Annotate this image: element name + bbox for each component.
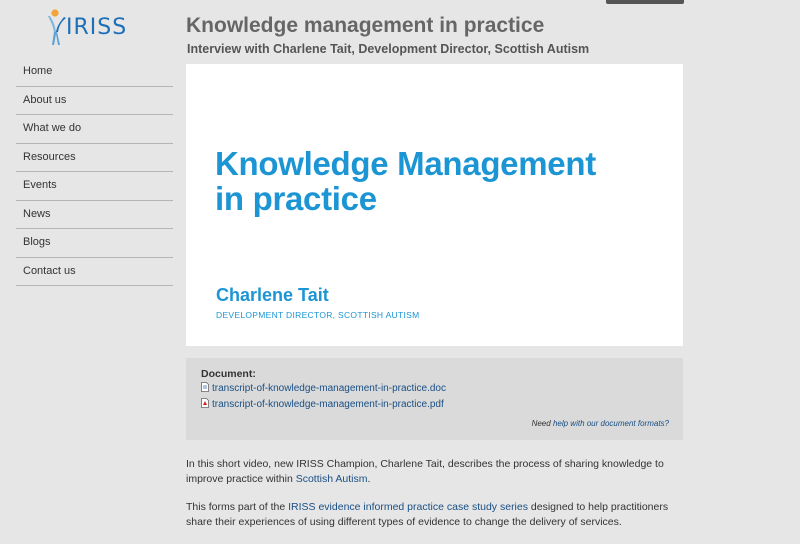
document-help: Need help with our document formats? <box>531 419 669 428</box>
top-bar-button[interactable] <box>606 0 684 4</box>
page-subtitle: Interview with Charlene Tait, Developmen… <box>187 42 590 56</box>
document-box: Document: transcript-of-knowledge-manage… <box>186 358 683 440</box>
nav-item-contact-us[interactable]: Contact us <box>16 258 173 286</box>
nav-item-what-we-do[interactable]: What we do <box>16 115 173 144</box>
nav-item-home[interactable]: Home <box>16 58 173 87</box>
document-label: Document: <box>201 368 256 380</box>
video-title: Knowledge Management in practice <box>215 145 596 217</box>
video-speaker-role: DEVELOPMENT DIRECTOR, SCOTTISH AUTISM <box>216 310 420 320</box>
video-speaker-name: Charlene Tait <box>216 285 329 305</box>
intro-paragraph: In this short video, new IRISS Champion,… <box>186 458 664 485</box>
nav-item-about-us[interactable]: About us <box>16 87 173 115</box>
nav-item-resources[interactable]: Resources <box>16 144 173 172</box>
logo-wordmark: IRISS <box>66 15 128 40</box>
iriss-figure-icon <box>48 9 66 45</box>
doc-file-icon <box>201 382 209 392</box>
document-formats-help-link[interactable]: help with our document formats? <box>553 419 669 428</box>
nav-item-events[interactable]: Events <box>16 172 173 201</box>
nav-item-blogs[interactable]: Blogs <box>16 229 173 258</box>
case-study-series-link[interactable]: IRISS evidence informed practice case st… <box>288 501 528 513</box>
nav-item-news[interactable]: News <box>16 201 173 229</box>
pdf-download-link[interactable]: transcript-of-knowledge-management-in-pr… <box>201 398 444 410</box>
series-paragraph: This forms part of the IRISS evidence in… <box>186 501 669 528</box>
iriss-logo[interactable]: IRISS <box>44 8 144 48</box>
video-player[interactable]: Knowledge Management in practice Charlen… <box>186 64 683 346</box>
sidebar-nav: Home About us What we do Resources Event… <box>16 58 173 286</box>
doc-download-link[interactable]: transcript-of-knowledge-management-in-pr… <box>201 382 446 394</box>
pdf-file-icon <box>201 398 209 408</box>
page-title: Knowledge management in practice <box>186 14 545 37</box>
scottish-autism-link[interactable]: Scottish Autism <box>296 473 368 485</box>
